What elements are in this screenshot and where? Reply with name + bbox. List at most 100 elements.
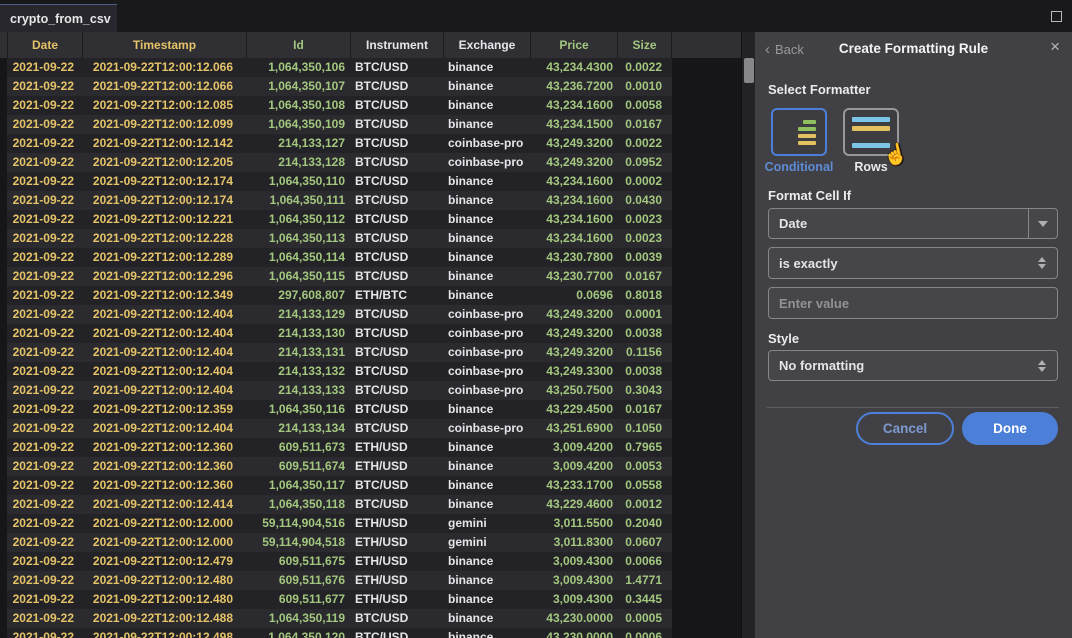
cell-id[interactable]: 59,114,904,518	[246, 533, 350, 552]
cell-date[interactable]: 2021-09-22	[7, 324, 82, 343]
cell-id[interactable]: 214,133,131	[246, 343, 350, 362]
cell-id[interactable]: 214,133,134	[246, 419, 350, 438]
cell-timestamp[interactable]: 2021-09-22T12:00:12.414	[82, 495, 246, 514]
cell-instrument[interactable]: ETH/USD	[350, 457, 443, 476]
cell-id[interactable]: 1,064,350,118	[246, 495, 350, 514]
cell-instrument[interactable]: BTC/USD	[350, 134, 443, 153]
cell-size[interactable]: 0.0038	[617, 362, 672, 381]
cell-date[interactable]: 2021-09-22	[7, 495, 82, 514]
cell-price[interactable]: 3,011.5500	[530, 514, 617, 533]
cell-id[interactable]: 214,133,133	[246, 381, 350, 400]
cell-price[interactable]: 43,249.3200	[530, 324, 617, 343]
cell-timestamp[interactable]: 2021-09-22T12:00:12.360	[82, 438, 246, 457]
table-row[interactable]: 2021-09-222021-09-22T12:00:12.4141,064,3…	[7, 495, 672, 514]
cell-date[interactable]: 2021-09-22	[7, 77, 82, 96]
table-row[interactable]: 2021-09-222021-09-22T12:00:12.00059,114,…	[7, 533, 672, 552]
table-row[interactable]: 2021-09-222021-09-22T12:00:12.480609,511…	[7, 590, 672, 609]
cell-instrument[interactable]: BTC/USD	[350, 476, 443, 495]
cell-timestamp[interactable]: 2021-09-22T12:00:12.289	[82, 248, 246, 267]
table-row[interactable]: 2021-09-222021-09-22T12:00:12.349297,608…	[7, 286, 672, 305]
cell-id[interactable]: 1,064,350,119	[246, 609, 350, 628]
table-row[interactable]: 2021-09-222021-09-22T12:00:12.205214,133…	[7, 153, 672, 172]
cell-exchange[interactable]: coinbase-pro	[443, 381, 530, 400]
cell-instrument[interactable]: BTC/USD	[350, 381, 443, 400]
cell-instrument[interactable]: BTC/USD	[350, 609, 443, 628]
cell-price[interactable]: 43,249.3200	[530, 305, 617, 324]
cell-id[interactable]: 609,511,673	[246, 438, 350, 457]
cell-timestamp[interactable]: 2021-09-22T12:00:12.404	[82, 419, 246, 438]
cell-date[interactable]: 2021-09-22	[7, 419, 82, 438]
cell-size[interactable]: 0.0167	[617, 267, 672, 286]
cell-size[interactable]: 1.4771	[617, 571, 672, 590]
cell-id[interactable]: 1,064,350,117	[246, 476, 350, 495]
cell-exchange[interactable]: binance	[443, 438, 530, 457]
cell-instrument[interactable]: BTC/USD	[350, 267, 443, 286]
cell-exchange[interactable]: binance	[443, 229, 530, 248]
cell-size[interactable]: 0.0038	[617, 324, 672, 343]
scrollbar-thumb[interactable]	[744, 58, 754, 83]
cell-price[interactable]: 0.0696	[530, 286, 617, 305]
cell-date[interactable]: 2021-09-22	[7, 343, 82, 362]
cell-date[interactable]: 2021-09-22	[7, 609, 82, 628]
cell-size[interactable]: 0.0167	[617, 400, 672, 419]
cell-price[interactable]: 43,229.4600	[530, 495, 617, 514]
cell-size[interactable]: 0.0005	[617, 609, 672, 628]
cell-price[interactable]: 43,229.4500	[530, 400, 617, 419]
cancel-button[interactable]: Cancel	[856, 412, 954, 445]
cell-timestamp[interactable]: 2021-09-22T12:00:12.174	[82, 172, 246, 191]
cell-size[interactable]: 0.0053	[617, 457, 672, 476]
cell-price[interactable]: 43,249.3200	[530, 153, 617, 172]
cell-date[interactable]: 2021-09-22	[7, 514, 82, 533]
table-row[interactable]: 2021-09-222021-09-22T12:00:12.404214,133…	[7, 362, 672, 381]
cell-id[interactable]: 609,511,674	[246, 457, 350, 476]
cell-exchange[interactable]: gemini	[443, 514, 530, 533]
cell-price[interactable]: 43,233.1700	[530, 476, 617, 495]
cell-date[interactable]: 2021-09-22	[7, 153, 82, 172]
cell-date[interactable]: 2021-09-22	[7, 267, 82, 286]
cell-id[interactable]: 1,064,350,108	[246, 96, 350, 115]
cell-id[interactable]: 214,133,128	[246, 153, 350, 172]
cell-exchange[interactable]: binance	[443, 609, 530, 628]
cell-date[interactable]: 2021-09-22	[7, 248, 82, 267]
cell-timestamp[interactable]: 2021-09-22T12:00:12.498	[82, 628, 246, 638]
cell-price[interactable]: 43,230.0000	[530, 609, 617, 628]
cell-timestamp[interactable]: 2021-09-22T12:00:12.480	[82, 590, 246, 609]
cell-price[interactable]: 43,250.7500	[530, 381, 617, 400]
cell-timestamp[interactable]: 2021-09-22T12:00:12.359	[82, 400, 246, 419]
cell-id[interactable]: 1,064,350,113	[246, 229, 350, 248]
cell-exchange[interactable]: coinbase-pro	[443, 134, 530, 153]
cell-price[interactable]: 43,230.0000	[530, 628, 617, 638]
cell-exchange[interactable]: binance	[443, 552, 530, 571]
cell-instrument[interactable]: BTC/USD	[350, 419, 443, 438]
cell-timestamp[interactable]: 2021-09-22T12:00:12.099	[82, 115, 246, 134]
cell-size[interactable]: 0.0039	[617, 248, 672, 267]
cell-size[interactable]: 0.0167	[617, 115, 672, 134]
column-header-id[interactable]: Id	[246, 32, 350, 58]
cell-instrument[interactable]: ETH/USD	[350, 552, 443, 571]
cell-size[interactable]: 0.3445	[617, 590, 672, 609]
cell-exchange[interactable]: binance	[443, 96, 530, 115]
cell-timestamp[interactable]: 2021-09-22T12:00:12.404	[82, 343, 246, 362]
cell-size[interactable]: 0.0006	[617, 628, 672, 638]
cell-price[interactable]: 3,009.4200	[530, 457, 617, 476]
table-row[interactable]: 2021-09-222021-09-22T12:00:12.1741,064,3…	[7, 191, 672, 210]
column-header-instrument[interactable]: Instrument	[350, 32, 443, 58]
cell-timestamp[interactable]: 2021-09-22T12:00:12.205	[82, 153, 246, 172]
cell-date[interactable]: 2021-09-22	[7, 172, 82, 191]
cell-id[interactable]: 214,133,132	[246, 362, 350, 381]
cell-date[interactable]: 2021-09-22	[7, 457, 82, 476]
cell-timestamp[interactable]: 2021-09-22T12:00:12.066	[82, 58, 246, 77]
cell-timestamp[interactable]: 2021-09-22T12:00:12.404	[82, 362, 246, 381]
cell-exchange[interactable]: coinbase-pro	[443, 343, 530, 362]
style-select[interactable]: No formatting	[768, 350, 1058, 381]
cell-exchange[interactable]: binance	[443, 267, 530, 286]
cell-date[interactable]: 2021-09-22	[7, 438, 82, 457]
column-header-price[interactable]: Price	[530, 32, 617, 58]
cell-timestamp[interactable]: 2021-09-22T12:00:12.404	[82, 305, 246, 324]
cell-id[interactable]: 609,511,675	[246, 552, 350, 571]
table-row[interactable]: 2021-09-222021-09-22T12:00:12.480609,511…	[7, 571, 672, 590]
cell-id[interactable]: 1,064,350,120	[246, 628, 350, 638]
cell-price[interactable]: 43,234.1600	[530, 191, 617, 210]
cell-size[interactable]: 0.8018	[617, 286, 672, 305]
cell-size[interactable]: 0.3043	[617, 381, 672, 400]
